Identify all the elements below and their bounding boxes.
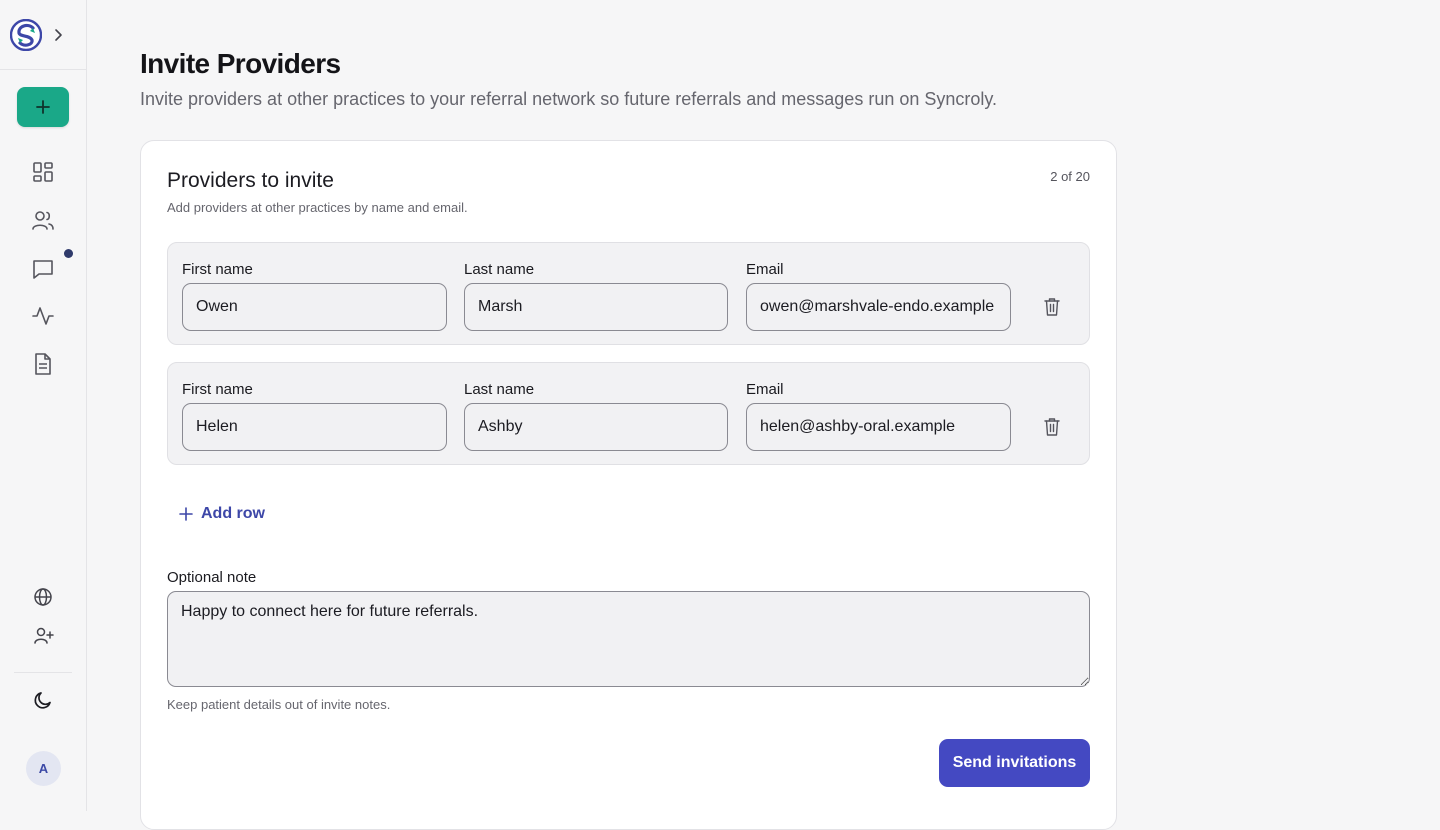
nav-messages[interactable] [31,257,55,281]
plus-icon [179,507,193,521]
first-name-label: First name [182,261,253,278]
language-button[interactable] [31,585,55,609]
last-name-label: Last name [464,261,535,278]
nav-dashboard[interactable] [31,160,55,184]
globe-icon [34,588,52,606]
send-invitations-button[interactable]: Send invitations [939,739,1090,787]
add-row-label: Add row [201,505,265,522]
nav-activity[interactable] [31,304,55,328]
dashboard-icon [33,162,53,182]
nav-documents[interactable] [31,352,55,376]
first-name-input[interactable] [182,403,447,451]
email-label: Email [746,261,784,278]
users-icon [32,211,54,230]
card-title: Providers to invite [167,169,334,192]
sidebar-divider [14,672,72,673]
last-name-input[interactable] [464,403,728,451]
last-name-label: Last name [464,381,535,398]
first-name-input[interactable] [182,283,447,331]
chevron-right-icon[interactable] [52,26,66,44]
avatar[interactable]: A [26,751,61,786]
provider-counter: 2 of 20 [1050,169,1090,184]
first-name-label: First name [182,381,253,398]
invite-card: Providers to invite Add providers at oth… [140,140,1117,830]
new-button[interactable] [17,87,69,127]
document-icon [35,353,51,375]
note-hint: Keep patient details out of invite notes… [167,697,391,712]
last-name-input[interactable] [464,283,728,331]
page-title: Invite Providers [140,48,341,79]
trash-icon[interactable] [1043,417,1061,437]
add-row-button[interactable]: Add row [179,505,265,523]
nav-users[interactable] [31,208,55,232]
theme-toggle[interactable] [31,688,55,712]
moon-icon [34,692,51,709]
user-plus-icon [34,627,54,644]
sidebar: A [0,0,87,811]
unread-badge [64,249,73,258]
note-textarea[interactable]: Happy to connect here for future referra… [167,591,1090,687]
card-subtitle: Add providers at other practices by name… [167,200,468,215]
email-input[interactable] [746,403,1011,451]
sidebar-header [0,0,86,70]
email-input[interactable] [746,283,1011,331]
provider-row: First name Last name Email [167,242,1090,345]
messages-icon [33,260,53,279]
page-subtitle: Invite providers at other practices to y… [140,89,998,109]
invite-user-button[interactable] [31,624,55,648]
activity-icon [32,307,54,325]
provider-row: First name Last name Email [167,362,1090,465]
note-label: Optional note [167,569,257,586]
email-label: Email [746,381,784,398]
trash-icon[interactable] [1043,297,1061,317]
syncroly-logo[interactable] [10,19,42,51]
plus-icon [36,100,50,114]
